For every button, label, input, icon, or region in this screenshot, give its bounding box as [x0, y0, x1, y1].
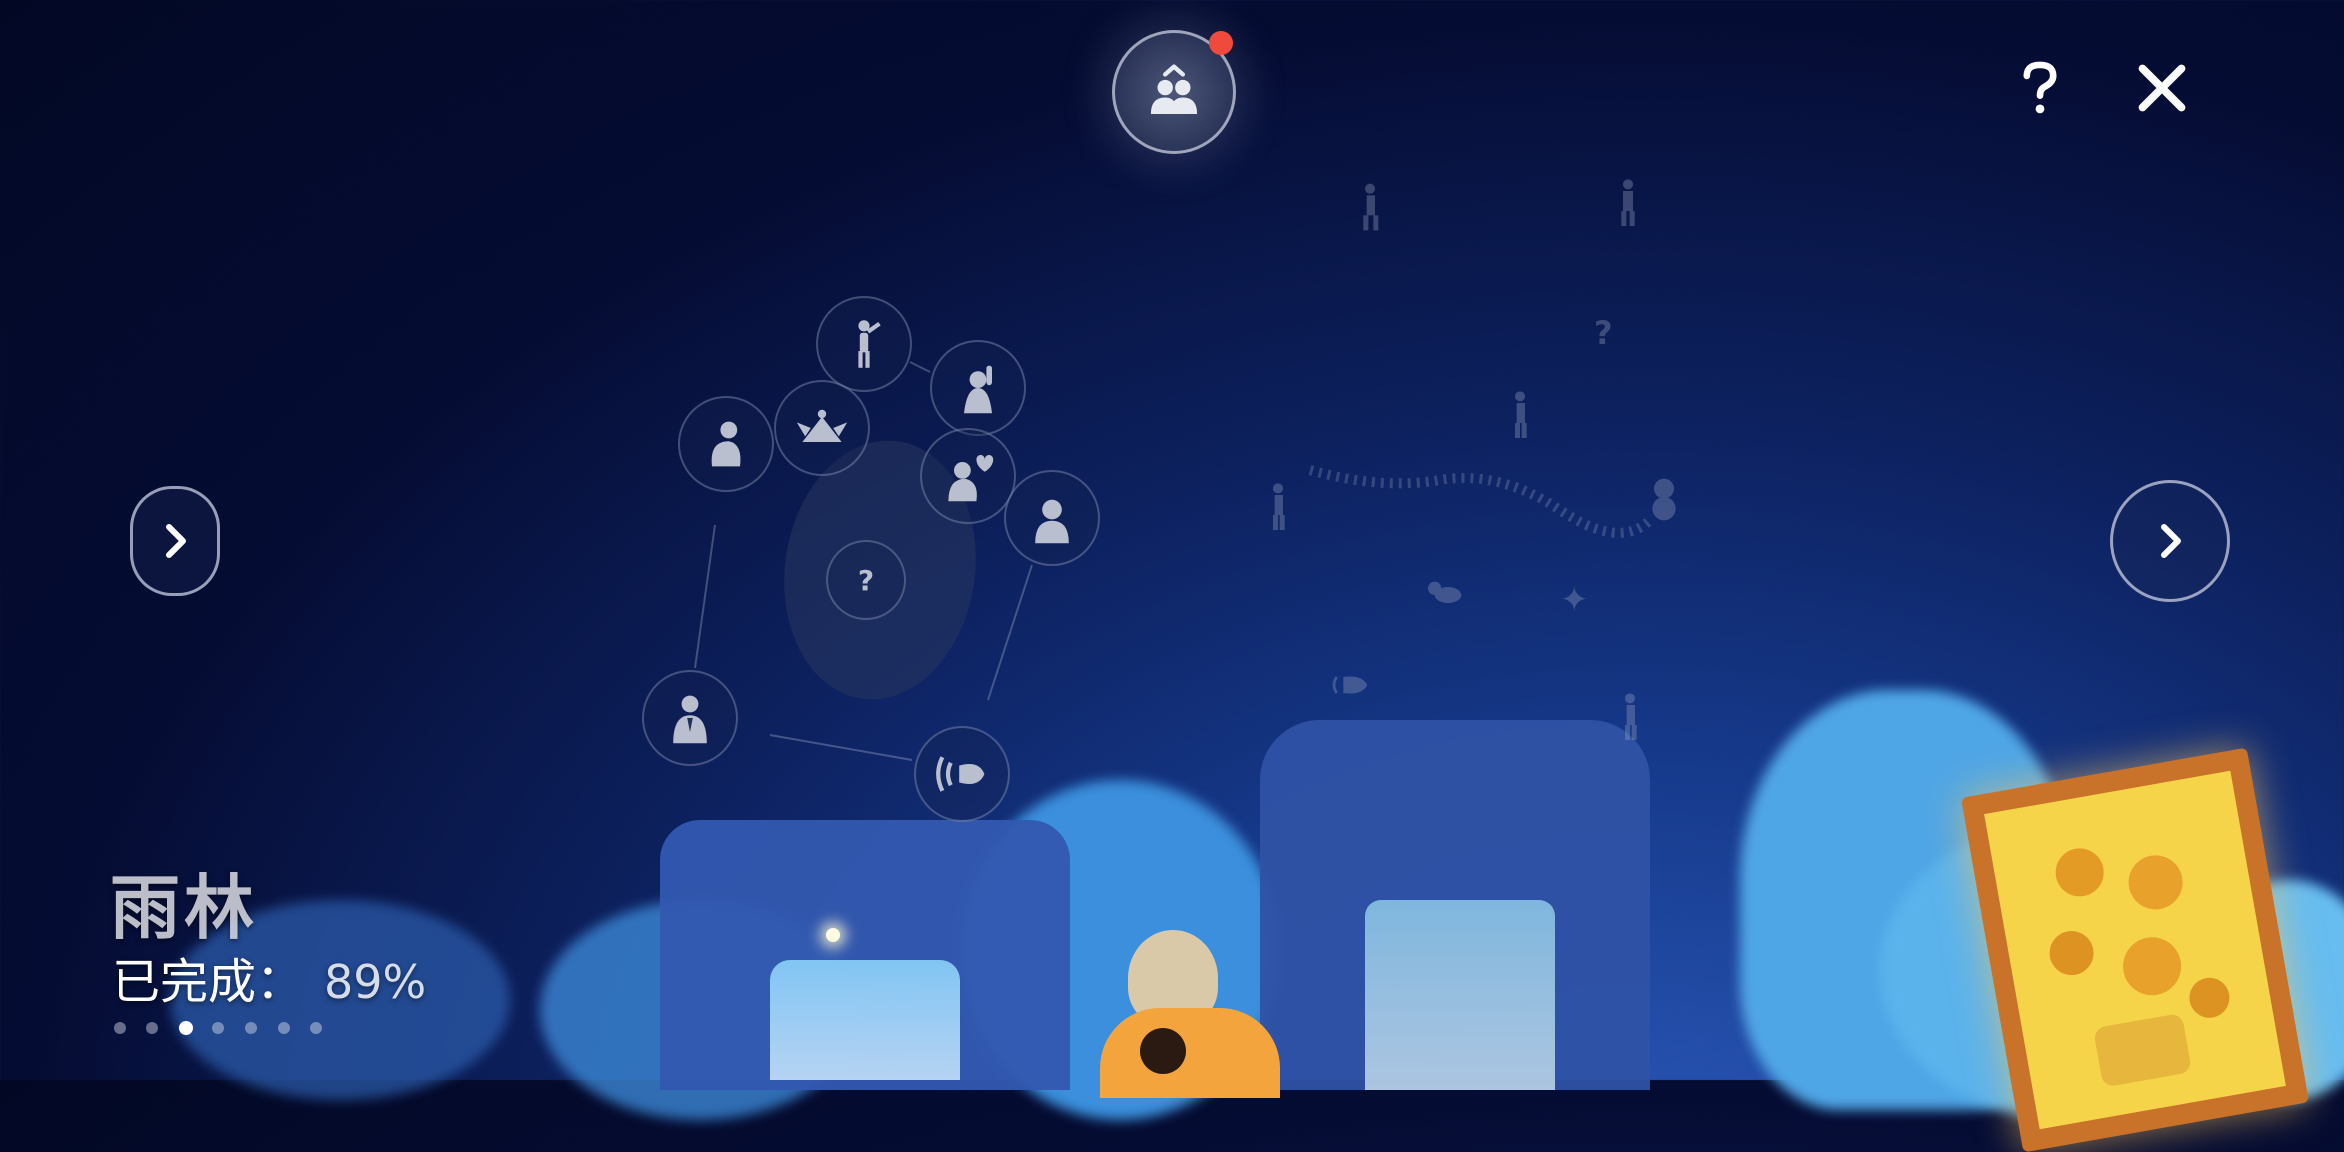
page-dot[interactable] — [114, 1022, 126, 1034]
spirit-pointing-icon — [858, 320, 881, 368]
spirit-sleepy-icon — [1035, 499, 1069, 544]
chevron-right-icon — [166, 524, 186, 558]
close-button[interactable] — [2130, 56, 2194, 120]
friends-constellation-button[interactable] — [1112, 30, 1236, 154]
progress-label: 已完成： — [112, 954, 305, 1010]
page-dot[interactable] — [278, 1022, 290, 1034]
page-dot[interactable] — [245, 1022, 257, 1034]
faint-constellation-trail — [1308, 465, 1654, 538]
constellation-lines — [694, 361, 1033, 761]
friends-constellation-icon — [1150, 64, 1198, 114]
spirit-call-icon — [936, 756, 985, 792]
previous-realm-button[interactable] — [130, 486, 220, 596]
faint-spirit-icon — [1424, 566, 1464, 620]
close-x-icon — [2138, 64, 2186, 112]
progress-value: 89% — [324, 955, 427, 1009]
spirit-crouching-icon — [711, 421, 741, 467]
spirit-node[interactable] — [1004, 470, 1100, 566]
elder-spirit-icon — [796, 409, 848, 442]
spirit-praying-icon — [673, 695, 707, 744]
page-dot-active[interactable] — [179, 1021, 193, 1035]
page-dot[interactable] — [212, 1022, 224, 1034]
next-realm-button[interactable] — [2110, 480, 2230, 602]
spirit-node[interactable] — [642, 670, 738, 766]
spirit-node[interactable] — [920, 428, 1016, 524]
chevron-right-icon — [2161, 524, 2181, 558]
faint-spirit-icon — [1258, 480, 1298, 534]
page-dot[interactable] — [310, 1022, 322, 1034]
help-question-icon — [2023, 61, 2057, 114]
faint-spirit-icon — [1350, 182, 1390, 236]
spirit-node-elder[interactable] — [774, 380, 870, 476]
spirit-node[interactable] — [816, 296, 912, 392]
faint-spirit-icon — [1330, 660, 1370, 714]
spirit-heart-icon — [948, 455, 994, 502]
faint-star-icon: ✦ — [1560, 580, 1589, 620]
spirit-node-unknown[interactable]: ? — [826, 540, 906, 620]
page-dot[interactable] — [146, 1022, 158, 1034]
faint-question-icon: ? — [1594, 314, 1613, 352]
help-button[interactable] — [2010, 52, 2070, 124]
spirit-waving-icon — [964, 365, 992, 414]
question-mark-icon: ? — [858, 564, 874, 597]
spirit-node[interactable] — [914, 726, 1010, 822]
spirit-node[interactable] — [678, 396, 774, 492]
progress-line: 已完成： 89% — [112, 942, 426, 1012]
spirit-node[interactable] — [930, 340, 1026, 436]
faint-spirit-icon — [1500, 388, 1540, 442]
notification-dot — [1209, 31, 1233, 55]
faint-spirit-icon — [1610, 690, 1650, 744]
faint-spirit-icon — [1608, 176, 1648, 230]
svg-text:?: ? — [858, 564, 874, 597]
realm-title: 雨林 — [110, 867, 258, 949]
